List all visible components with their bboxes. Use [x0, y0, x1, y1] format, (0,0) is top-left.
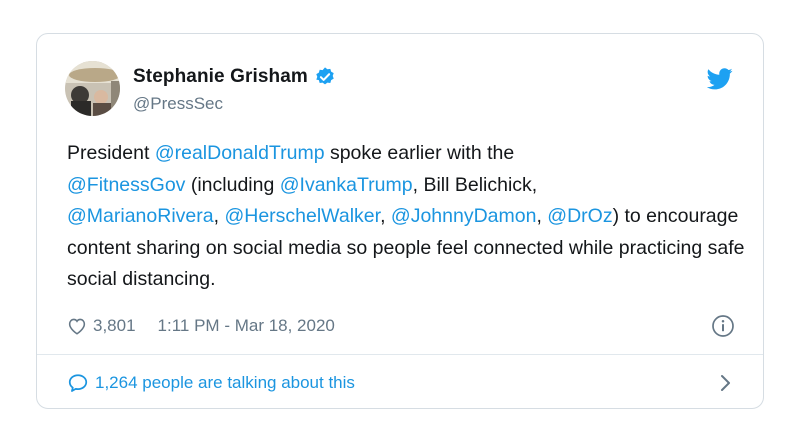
info-icon[interactable]: [711, 314, 735, 338]
tweet-text-segment: , Bill Belichick,: [412, 173, 538, 196]
tweet-text: President @realDonaldTrump spoke earlier…: [67, 138, 747, 296]
tweet-text-segment: President: [67, 142, 155, 164]
verified-badge-icon: [314, 66, 336, 88]
author-handle[interactable]: @PressSec: [133, 94, 223, 114]
tweet-text-segment: (including: [185, 173, 280, 196]
like-count[interactable]: 3,801: [93, 316, 136, 336]
tweet-text-segment: ,: [380, 205, 391, 227]
tweet-text-segment: ,: [536, 205, 548, 227]
mention-fitnessgov[interactable]: @FitnessGov: [67, 174, 185, 196]
mention-herschelwalker[interactable]: @HerschelWalker: [224, 205, 380, 227]
avatar[interactable]: [65, 61, 120, 116]
mention-droz[interactable]: @DrOz: [547, 205, 612, 227]
tweet-card[interactable]: Stephanie Grisham @PressSec President @r…: [36, 33, 764, 409]
talking-about-label: 1,264 people are talking about this: [95, 372, 355, 392]
mention-johnnydamon[interactable]: @JohnnyDamon: [391, 205, 537, 227]
speech-bubble-icon: [67, 372, 89, 394]
author-name[interactable]: Stephanie Grisham: [133, 66, 308, 88]
tweet-timestamp[interactable]: 1:11 PM - Mar 18, 2020: [158, 316, 335, 336]
mention-realdonaldtrump[interactable]: @realDonaldTrump: [155, 142, 325, 164]
mention-marianorivera[interactable]: @MarianoRivera: [67, 205, 214, 227]
tweet-meta: 3,801 1:11 PM - Mar 18, 2020: [67, 316, 335, 336]
chevron-right-icon[interactable]: [719, 373, 733, 393]
tweet-text-segment: ,: [213, 205, 225, 227]
heart-icon[interactable]: [67, 317, 87, 335]
mention-ivankatrump[interactable]: @IvankaTrump: [280, 174, 413, 196]
author-name-row: Stephanie Grisham: [133, 66, 336, 88]
talking-about-link[interactable]: 1,264 people are talking about this: [67, 355, 735, 410]
twitter-bird-icon[interactable]: [706, 68, 733, 90]
tweet-text-segment: spoke earlier with the: [324, 142, 515, 164]
